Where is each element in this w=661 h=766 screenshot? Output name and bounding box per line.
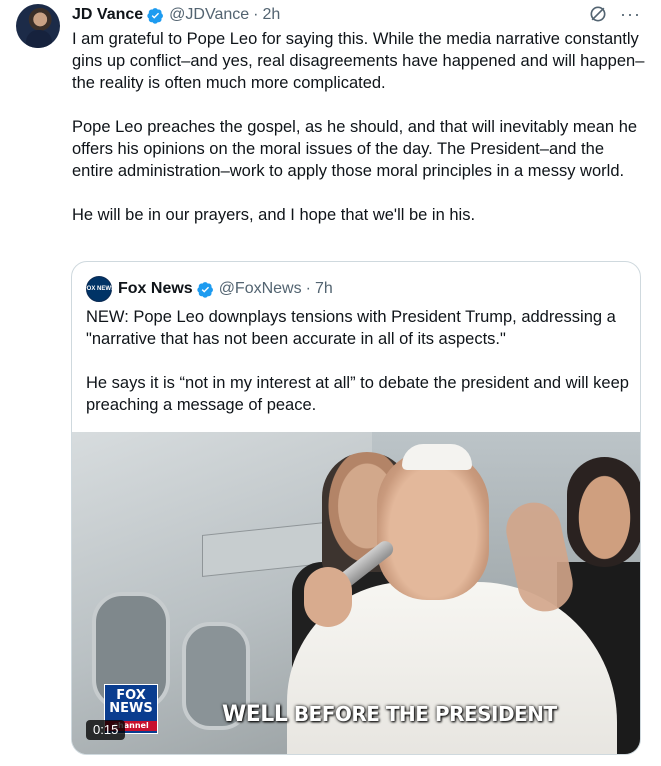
tweet-paragraph: I am grateful to Pope Leo for saying thi… bbox=[72, 30, 645, 92]
tweet-text: I am grateful to Pope Leo for saying thi… bbox=[72, 28, 647, 226]
tweet-header: JD Vance @JDVance · 2h bbox=[72, 4, 280, 26]
video-frame-figure bbox=[567, 457, 640, 567]
fox-news-avatar[interactable]: FOX NEWS bbox=[83, 276, 115, 302]
fox-bug-mid: NEWS bbox=[109, 701, 153, 716]
tweet-time[interactable]: 2h bbox=[262, 6, 280, 24]
separator-dot: · bbox=[305, 280, 311, 297]
video-duration-badge: 0:15 bbox=[86, 720, 126, 740]
tweet[interactable]: JD Vance @JDVance · 2h ··· I am grateful… bbox=[0, 0, 661, 766]
grok-icon[interactable] bbox=[588, 4, 608, 24]
verified-badge-icon bbox=[197, 281, 213, 298]
author-name[interactable]: JD Vance bbox=[72, 6, 143, 24]
video-chyron: WELL BEFORE THE PRESIDENT bbox=[222, 702, 557, 727]
video-frame-figure bbox=[402, 444, 472, 470]
tweet-paragraph: He will be in our prayers, and I hope th… bbox=[72, 206, 476, 224]
quoted-author-handle[interactable]: @FoxNews bbox=[219, 280, 302, 298]
quoted-tweet-text: NEW: Pope Leo downplays tensions with Pr… bbox=[86, 306, 631, 416]
quoted-paragraph: He says it is “not in my interest at all… bbox=[86, 374, 629, 414]
chyron-rest: BEFORE THE PRESIDENT bbox=[293, 702, 557, 726]
tweet-actions: ··· bbox=[588, 4, 641, 24]
verified-badge-icon bbox=[147, 7, 164, 24]
separator-dot: · bbox=[253, 6, 259, 23]
chyron-first-word: WELL bbox=[222, 702, 288, 727]
tweet-paragraph: Pope Leo preaches the gospel, as he shou… bbox=[72, 118, 638, 180]
avatar[interactable] bbox=[16, 4, 60, 48]
quoted-tweet-header: FOX NEWS Fox News @FoxNews · 7h bbox=[83, 276, 333, 302]
video-player[interactable]: FOX NEWS channel WELL BEFORE THE PRESIDE… bbox=[72, 432, 640, 754]
video-frame-figure bbox=[377, 450, 489, 600]
video-frame-figure bbox=[304, 567, 352, 627]
quoted-tweet-time[interactable]: 7h bbox=[315, 280, 333, 298]
more-options-icon[interactable]: ··· bbox=[620, 4, 641, 24]
author-handle[interactable]: @JDVance bbox=[169, 6, 249, 24]
quoted-author-name[interactable]: Fox News bbox=[118, 280, 193, 298]
quoted-paragraph: NEW: Pope Leo downplays tensions with Pr… bbox=[86, 308, 616, 348]
quoted-tweet[interactable]: FOX NEWS Fox News @FoxNews · 7h NEW: Pop… bbox=[71, 261, 641, 755]
